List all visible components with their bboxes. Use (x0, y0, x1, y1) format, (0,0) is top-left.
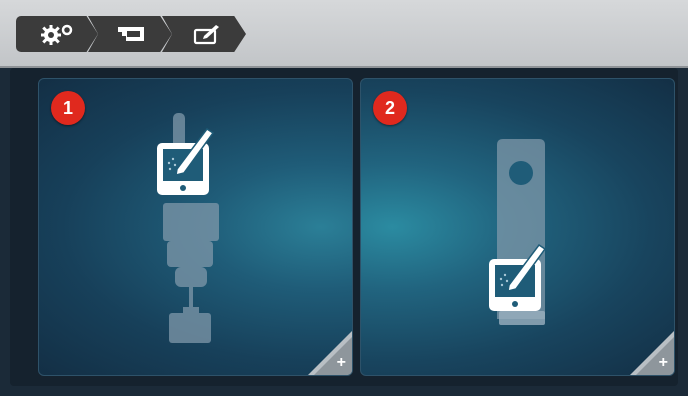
settings-icon (39, 22, 75, 46)
presser-foot-calibration-icon (157, 107, 237, 347)
top-bar (0, 0, 688, 68)
foot-sole-calibration-icon (487, 139, 567, 339)
breadcrumb (16, 16, 246, 52)
add-button[interactable]: + (308, 331, 352, 375)
selection-panel: 1 + 2 + (10, 68, 678, 386)
option-number-badge: 1 (51, 91, 85, 125)
edit-tablet-icon (192, 23, 222, 45)
breadcrumb-settings[interactable] (16, 16, 98, 52)
option-number-badge: 2 (373, 91, 407, 125)
option-tile-1[interactable]: 1 + (38, 78, 353, 376)
presser-foot-icon (116, 24, 150, 44)
add-button[interactable]: + (630, 331, 674, 375)
option-tile-2[interactable]: 2 + (360, 78, 675, 376)
add-icon: + (336, 354, 346, 371)
screen: 1 + 2 + (0, 0, 688, 396)
add-icon: + (658, 354, 668, 371)
breadcrumb-presser-foot[interactable] (88, 16, 172, 52)
breadcrumb-edit[interactable] (162, 16, 246, 52)
